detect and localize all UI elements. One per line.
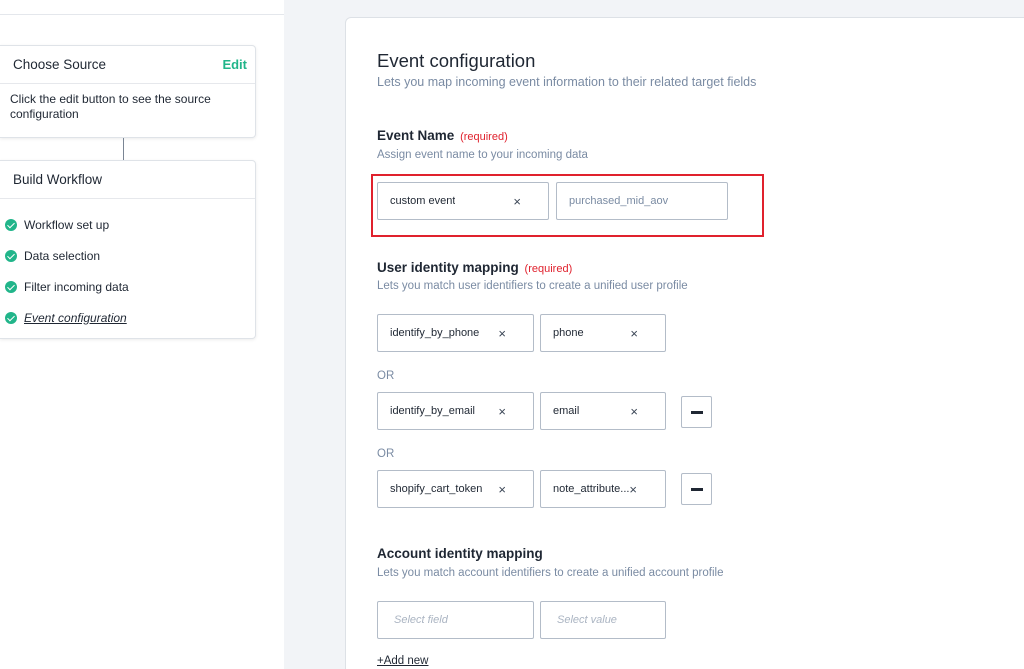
- account-value-select[interactable]: Select value: [540, 601, 666, 639]
- event-name-title: Event Name (required): [377, 128, 508, 143]
- add-new-link[interactable]: +Add new: [377, 655, 428, 667]
- check-icon: [5, 311, 17, 324]
- identity-value-value: note_attribute...: [553, 483, 630, 495]
- event-name-value: purchased_mid_aov: [569, 195, 669, 207]
- close-icon[interactable]: ×: [629, 482, 637, 497]
- event-name-label: Event Name: [377, 128, 455, 143]
- identity-value-value: email: [553, 405, 580, 417]
- step-connector-line: [123, 138, 124, 160]
- close-icon[interactable]: ×: [630, 404, 638, 419]
- step-label: Event configuration: [24, 310, 127, 325]
- close-icon[interactable]: ×: [513, 194, 521, 209]
- identity-value-select[interactable]: phone ×: [540, 314, 666, 352]
- minus-icon: [691, 488, 703, 491]
- identity-value-select[interactable]: email ×: [540, 392, 666, 430]
- identity-field-value: identify_by_email: [390, 405, 475, 417]
- minus-icon: [691, 411, 703, 414]
- page-subtitle: Lets you map incoming event information …: [377, 75, 757, 89]
- check-icon: [5, 280, 17, 293]
- account-field-select[interactable]: Select field: [377, 601, 534, 639]
- check-icon: [5, 249, 17, 262]
- account-identity-subtitle: Lets you match account identifiers to cr…: [377, 567, 724, 579]
- required-badge: (required): [524, 263, 573, 275]
- identity-value-value: phone: [553, 327, 584, 339]
- account-identity-title: Account identity mapping: [377, 546, 543, 561]
- step-workflow-setup[interactable]: Workflow set up: [0, 209, 255, 240]
- identity-field-select[interactable]: identify_by_email ×: [377, 392, 534, 430]
- build-workflow-card: Build Workflow Workflow set up Data sele…: [0, 160, 256, 339]
- divider: [0, 14, 284, 15]
- identity-field-value: shopify_cart_token: [390, 483, 483, 495]
- choose-source-title: Choose Source: [13, 57, 107, 72]
- choose-source-header: Choose Source Edit: [0, 46, 255, 84]
- workflow-steps: Workflow set up Data selection Filter in…: [0, 199, 255, 333]
- check-icon: [5, 218, 17, 231]
- user-identity-title: User identity mapping (required): [377, 260, 572, 275]
- account-field-placeholder: Select field: [394, 614, 448, 626]
- step-filter-incoming-data[interactable]: Filter incoming data: [0, 271, 255, 302]
- step-label: Workflow set up: [24, 217, 110, 232]
- identity-field-value: identify_by_phone: [390, 327, 480, 339]
- step-label: Data selection: [24, 248, 101, 263]
- step-data-selection[interactable]: Data selection: [0, 240, 255, 271]
- user-identity-label: User identity mapping: [377, 260, 519, 275]
- step-label: Filter incoming data: [24, 279, 129, 294]
- or-separator: OR: [377, 370, 395, 382]
- build-workflow-title: Build Workflow: [13, 172, 103, 187]
- remove-row-button[interactable]: [681, 473, 712, 505]
- build-workflow-header: Build Workflow: [0, 161, 255, 199]
- identity-value-select[interactable]: note_attribute... ×: [540, 470, 666, 508]
- event-configuration-panel: Event configuration Lets you map incomin…: [345, 17, 1024, 669]
- workflow-sidebar: Choose Source Edit Click the edit button…: [0, 0, 284, 669]
- event-type-value: custom event: [390, 195, 456, 207]
- event-type-select[interactable]: custom event ×: [377, 182, 549, 220]
- identity-field-select[interactable]: identify_by_phone ×: [377, 314, 534, 352]
- close-icon[interactable]: ×: [498, 404, 506, 419]
- close-icon[interactable]: ×: [630, 326, 638, 341]
- close-icon[interactable]: ×: [498, 482, 506, 497]
- close-icon[interactable]: ×: [498, 326, 506, 341]
- edit-source-link[interactable]: Edit: [222, 57, 247, 72]
- choose-source-description: Click the edit button to see the source …: [10, 92, 211, 121]
- step-event-configuration[interactable]: Event configuration: [0, 302, 255, 333]
- choose-source-card: Choose Source Edit Click the edit button…: [0, 45, 256, 138]
- required-badge: (required): [460, 131, 508, 143]
- identity-field-select[interactable]: shopify_cart_token ×: [377, 470, 534, 508]
- page-title: Event configuration: [377, 50, 536, 71]
- account-value-placeholder: Select value: [557, 614, 617, 626]
- event-name-subtitle: Assign event name to your incoming data: [377, 149, 588, 161]
- user-identity-subtitle: Lets you match user identifiers to creat…: [377, 280, 688, 292]
- event-name-input[interactable]: purchased_mid_aov: [556, 182, 728, 220]
- remove-row-button[interactable]: [681, 396, 712, 428]
- content-area: Event configuration Lets you map incomin…: [284, 0, 1024, 669]
- or-separator: OR: [377, 448, 395, 460]
